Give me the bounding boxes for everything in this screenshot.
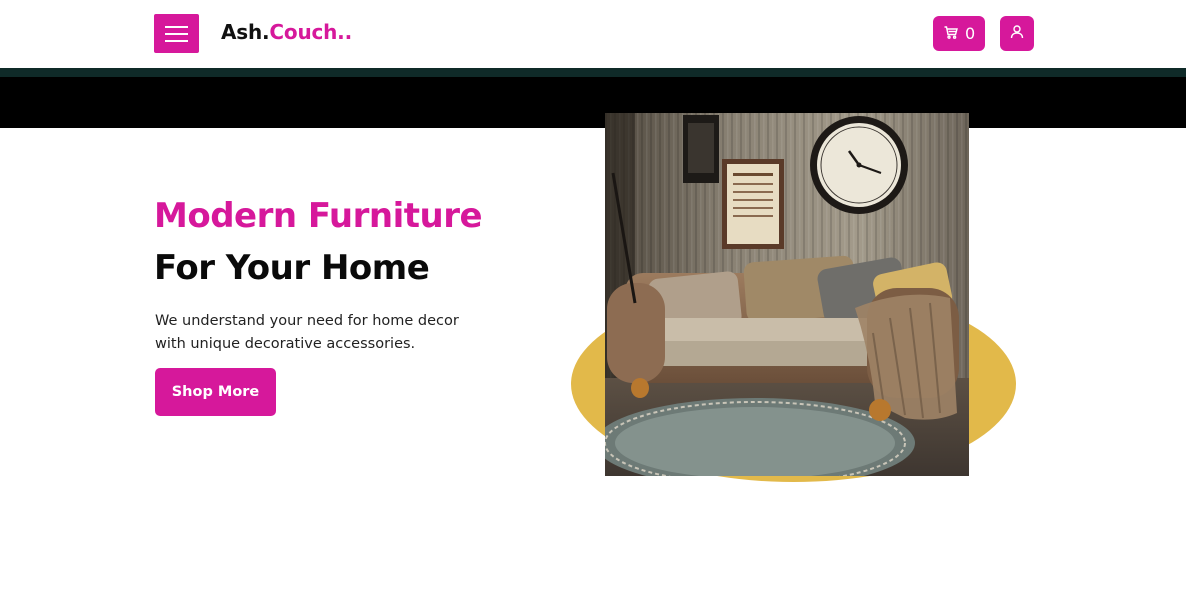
top-navbar: Ash.Couch.. 0 bbox=[0, 0, 1186, 68]
cart-count: 0 bbox=[965, 24, 976, 43]
band-top-strip bbox=[0, 68, 1186, 77]
user-account-button[interactable] bbox=[1000, 16, 1034, 51]
header-band bbox=[0, 68, 1186, 128]
hero-description: We understand your need for home decor w… bbox=[155, 313, 459, 352]
page: Ash.Couch.. 0 Modern Furniture For Your … bbox=[0, 0, 1186, 616]
menu-button[interactable] bbox=[154, 14, 199, 53]
brand-accent: Couch.. bbox=[269, 20, 352, 44]
hero-title-line1: Modern Furniture bbox=[154, 196, 483, 236]
hero-title-line2: For Your Home bbox=[154, 248, 430, 288]
user-icon bbox=[1010, 25, 1024, 39]
brand-logo[interactable]: Ash.Couch.. bbox=[221, 20, 352, 44]
shopping-cart-icon bbox=[944, 26, 958, 39]
shop-more-button[interactable]: Shop More bbox=[155, 368, 276, 416]
brand-primary: Ash. bbox=[221, 20, 270, 44]
hero-sofa-image bbox=[605, 113, 969, 476]
hamburger-menu-icon bbox=[165, 26, 188, 42]
cart-button[interactable]: 0 bbox=[933, 16, 985, 51]
